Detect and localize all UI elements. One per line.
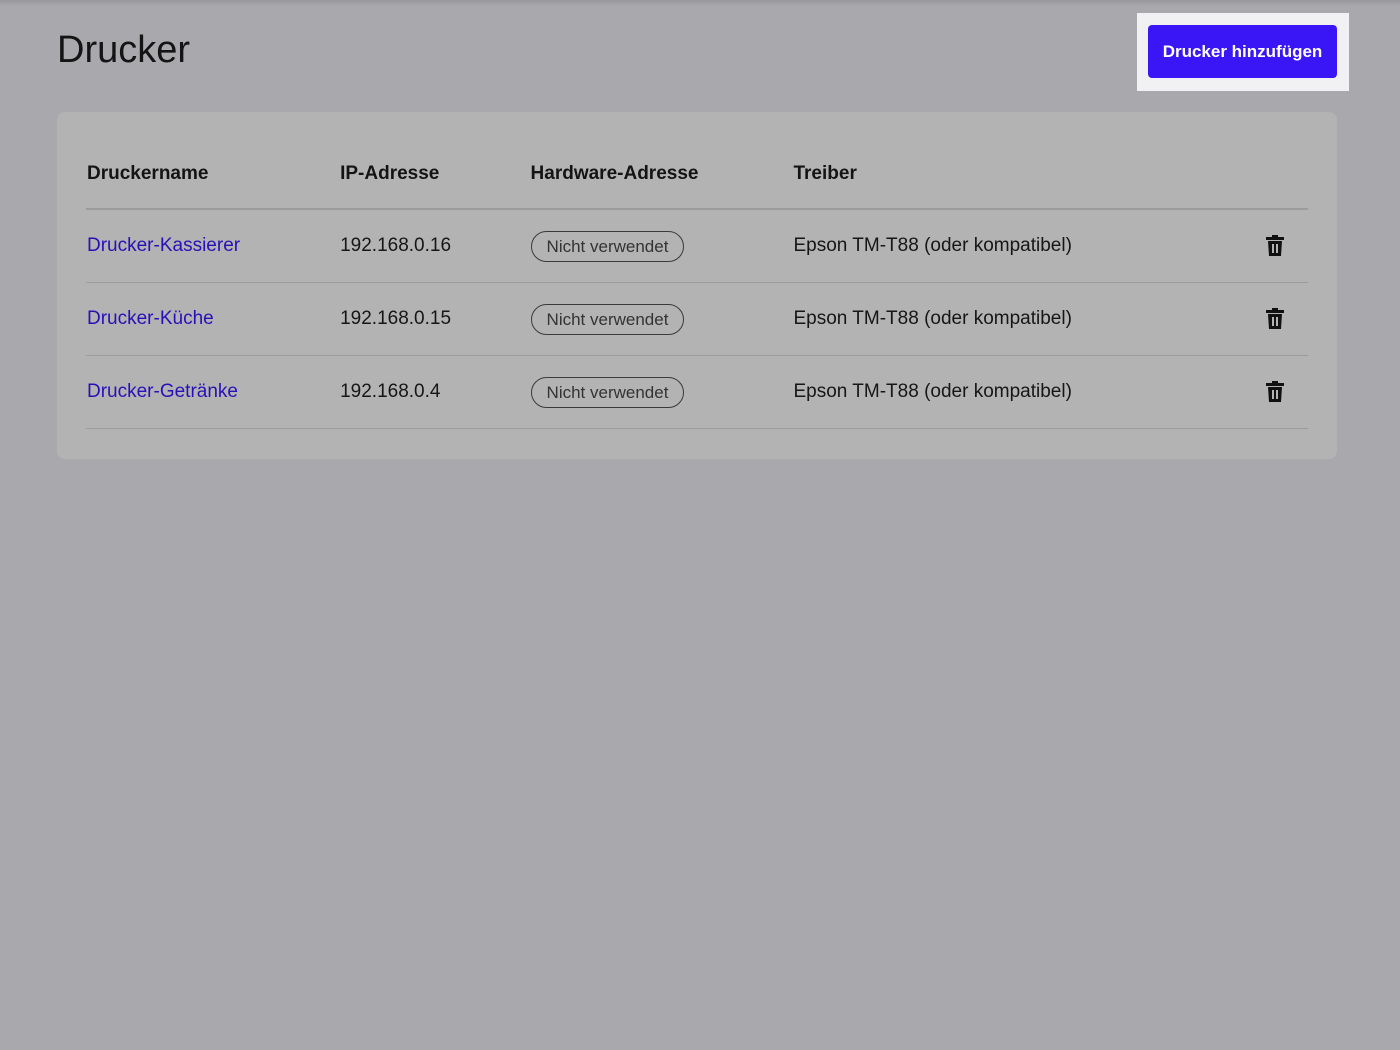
hardware-address-cell: Nicht verwendet bbox=[529, 282, 793, 356]
ip-address-cell: 192.168.0.4 bbox=[339, 355, 530, 429]
header-driver: Treiber bbox=[792, 140, 1232, 210]
add-printer-spotlight: Drucker hinzufügen bbox=[1137, 13, 1349, 91]
page-title: Drucker bbox=[57, 29, 191, 71]
hardware-status-badge: Nicht verwendet bbox=[530, 303, 685, 335]
delete-printer-button[interactable] bbox=[1265, 380, 1285, 403]
header-ip-address: IP-Adresse bbox=[339, 140, 530, 210]
printer-name-link[interactable]: Drucker-Getränke bbox=[87, 381, 238, 402]
header-actions bbox=[1231, 140, 1308, 210]
driver-cell: Epson TM-T88 (oder kompatibel) bbox=[792, 209, 1232, 283]
printer-name-cell: Drucker-Getränke bbox=[86, 355, 340, 429]
hardware-address-cell: Nicht verwendet bbox=[529, 209, 793, 283]
table-row: Drucker-Kassierer 192.168.0.16 Nicht ver… bbox=[86, 209, 1308, 283]
delete-printer-button[interactable] bbox=[1265, 307, 1285, 330]
delete-printer-button[interactable] bbox=[1265, 234, 1285, 257]
ip-address-cell: 192.168.0.15 bbox=[339, 282, 530, 356]
trash-icon bbox=[1266, 307, 1285, 329]
actions-cell bbox=[1231, 209, 1308, 283]
printers-table: Druckername IP-Adresse Hardware-Adresse … bbox=[86, 140, 1308, 429]
table-header-row: Druckername IP-Adresse Hardware-Adresse … bbox=[86, 140, 1308, 210]
hardware-status-badge: Nicht verwendet bbox=[530, 376, 685, 408]
printer-name-cell: Drucker-Kassierer bbox=[86, 209, 340, 283]
actions-cell bbox=[1231, 355, 1308, 429]
trash-icon bbox=[1266, 234, 1285, 256]
header-printer-name: Druckername bbox=[86, 140, 340, 210]
driver-cell: Epson TM-T88 (oder kompatibel) bbox=[792, 355, 1232, 429]
printer-name-cell: Drucker-Küche bbox=[86, 282, 340, 356]
hardware-address-cell: Nicht verwendet bbox=[529, 355, 793, 429]
table-row: Drucker-Küche 192.168.0.15 Nicht verwend… bbox=[86, 282, 1308, 356]
printer-name-link[interactable]: Drucker-Küche bbox=[87, 308, 214, 329]
printers-card: Druckername IP-Adresse Hardware-Adresse … bbox=[57, 112, 1337, 459]
top-shadow bbox=[0, 0, 1400, 6]
trash-icon bbox=[1266, 380, 1285, 402]
driver-cell: Epson TM-T88 (oder kompatibel) bbox=[792, 282, 1232, 356]
ip-address-cell: 192.168.0.16 bbox=[339, 209, 530, 283]
add-printer-button[interactable]: Drucker hinzufügen bbox=[1148, 25, 1337, 78]
hardware-status-badge: Nicht verwendet bbox=[530, 230, 685, 262]
printer-name-link[interactable]: Drucker-Kassierer bbox=[87, 235, 240, 256]
header-hardware-address: Hardware-Adresse bbox=[529, 140, 793, 210]
actions-cell bbox=[1231, 282, 1308, 356]
table-row: Drucker-Getränke 192.168.0.4 Nicht verwe… bbox=[86, 355, 1308, 429]
